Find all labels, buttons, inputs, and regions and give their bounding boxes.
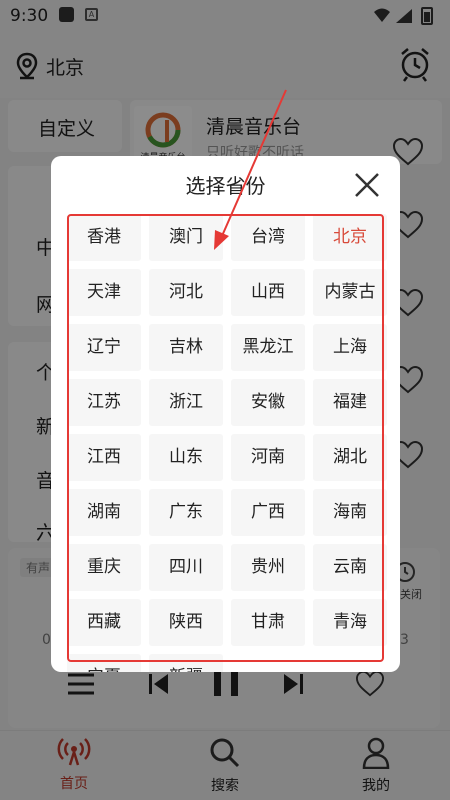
annotation-arrow [214, 89, 287, 250]
